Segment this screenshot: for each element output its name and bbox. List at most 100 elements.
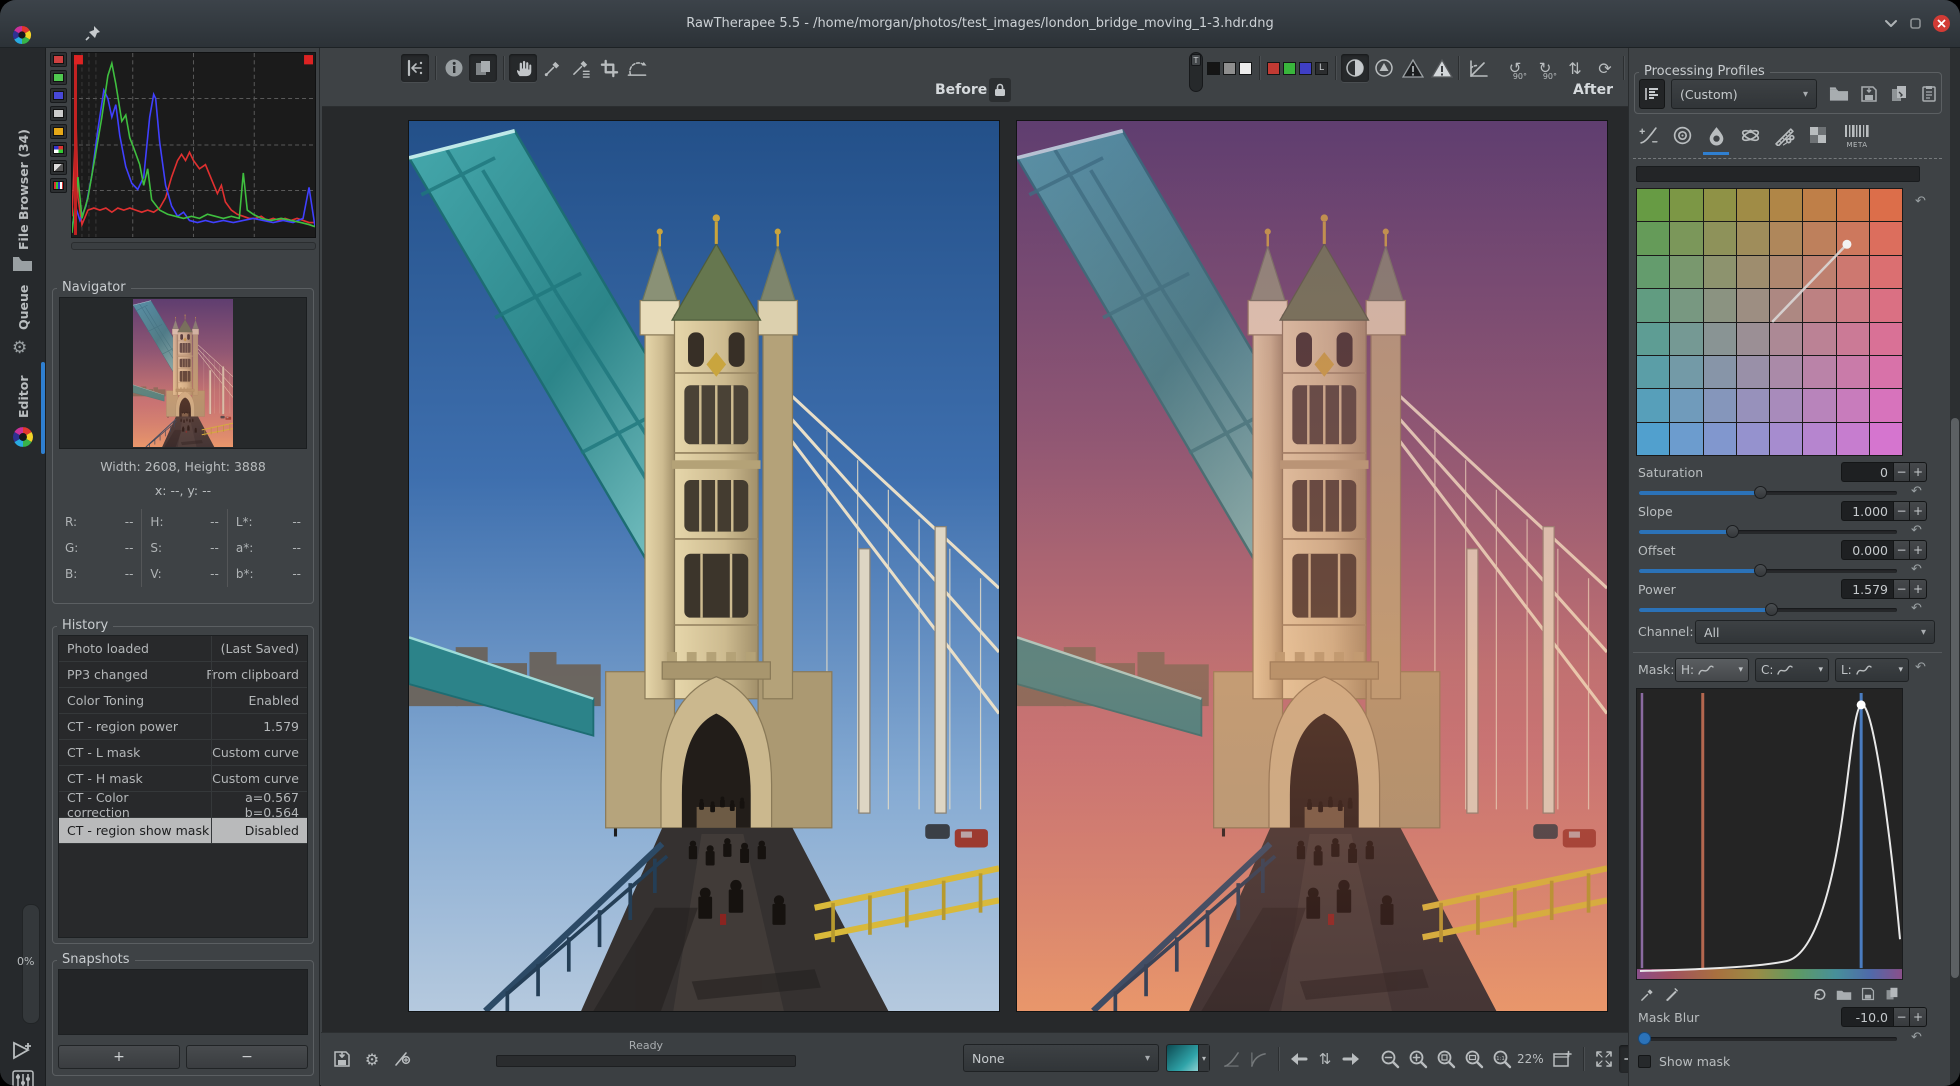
theme-slider-handle[interactable]: T — [1191, 54, 1201, 66]
delete-snapshot-button[interactable]: − — [186, 1045, 308, 1069]
region-list-bar[interactable] — [1636, 166, 1920, 182]
zoom-fit-button[interactable] — [1461, 1045, 1487, 1073]
zoom-out-button[interactable] — [1377, 1045, 1403, 1073]
reset-mask-icon[interactable]: ↶ — [1915, 660, 1926, 675]
curve-picker-icon[interactable] — [1636, 984, 1658, 1004]
channel-blue-swatch[interactable] — [1299, 62, 1312, 75]
next-image-button[interactable] — [1339, 1045, 1365, 1073]
power-value[interactable]: 1.579 — [1841, 579, 1893, 599]
before-image[interactable] — [408, 120, 1000, 1012]
tab-color[interactable] — [1701, 120, 1731, 150]
mask-blur-value[interactable]: -10.0 — [1841, 1007, 1893, 1027]
queue-processing-button[interactable]: ⚙ — [359, 1045, 385, 1073]
maximize-window-icon[interactable] — [1904, 12, 1926, 34]
reset-power-icon[interactable]: ↶ — [1911, 601, 1922, 616]
minus-button[interactable]: − — [1893, 462, 1910, 482]
film-strip-toggle[interactable]: ▾ — [1166, 1044, 1210, 1072]
offset-value[interactable]: 0.000 — [1841, 540, 1893, 560]
highlight-clipping-button[interactable] — [1428, 54, 1456, 82]
right-panel-scrollbar[interactable] — [1950, 48, 1960, 1086]
profile-fill-mode-button[interactable] — [1639, 79, 1665, 109]
color-picker-button[interactable] — [538, 54, 566, 82]
rotate-left-button[interactable]: ↺90° — [1501, 54, 1529, 82]
after-curve-button[interactable] — [1246, 1045, 1270, 1073]
mask-blur-spinbox[interactable]: -10.0 − + — [1841, 1007, 1927, 1027]
zoom-100-button[interactable]: 1:1 — [1489, 1045, 1515, 1073]
before-after-view-button[interactable] — [469, 54, 497, 82]
titlebar[interactable]: RawTherapee 5.5 - /home/morgan/photos/te… — [0, 0, 1960, 48]
history-row[interactable]: CT - region power1.579 — [59, 714, 307, 740]
saturation-value[interactable]: 0 — [1841, 462, 1893, 482]
history-row[interactable]: CT - Color correctiona=0.567 b=0.564 — [59, 792, 307, 818]
lab-color-grid[interactable] — [1636, 188, 1903, 456]
bg-black-swatch[interactable] — [1207, 62, 1220, 75]
crop-tool-button[interactable] — [595, 54, 623, 82]
mask-h-button[interactable]: H: ▾ — [1675, 658, 1749, 682]
thumbnail-updown-button[interactable]: ⇅ — [1314, 1045, 1336, 1073]
plus-button[interactable]: + — [1910, 1007, 1927, 1027]
saturation-slider[interactable] — [1639, 486, 1897, 499]
tab-transform[interactable] — [1769, 120, 1799, 150]
reset-saturation-icon[interactable]: ↶ — [1911, 484, 1922, 499]
add-detail-window-button[interactable] — [1549, 1045, 1575, 1073]
mixer-sliders-icon[interactable] — [12, 1070, 34, 1086]
histogram-chroma-toggle[interactable] — [50, 124, 67, 139]
save-profile-button[interactable] — [1855, 79, 1883, 109]
slope-value[interactable]: 1.000 — [1841, 501, 1893, 521]
profile-select[interactable]: (Custom)▾ — [1671, 79, 1817, 109]
histogram-bar-toggle[interactable] — [50, 178, 67, 193]
reset-slope-icon[interactable]: ↶ — [1911, 523, 1922, 538]
plus-button[interactable]: + — [1910, 540, 1927, 560]
history-row[interactable]: Color ToningEnabled — [59, 688, 307, 714]
paste-profile-button[interactable] — [1915, 79, 1943, 109]
history-row[interactable]: PP3 changedFrom clipboard — [59, 662, 307, 688]
copy-curve-button[interactable] — [1881, 984, 1903, 1004]
minus-button[interactable]: − — [1893, 501, 1910, 521]
channel-luma-swatch[interactable]: L — [1315, 62, 1328, 75]
tab-detail[interactable] — [1667, 120, 1697, 150]
offset-spinbox[interactable]: 0.000 − + — [1841, 540, 1927, 560]
curve-edit-icon[interactable] — [1660, 984, 1682, 1004]
image-info-button[interactable] — [440, 54, 468, 82]
history-row[interactable]: Photo loaded(Last Saved) — [59, 636, 307, 662]
channel-green-swatch[interactable] — [1283, 62, 1296, 75]
rotate-right-button[interactable]: ↻90° — [1531, 54, 1559, 82]
hide-left-panel-button[interactable] — [401, 54, 429, 82]
channel-red-swatch[interactable] — [1267, 62, 1280, 75]
power-slider[interactable] — [1639, 603, 1897, 616]
zoom-crop-button[interactable] — [1433, 1045, 1459, 1073]
power-spinbox[interactable]: 1.579 − + — [1841, 579, 1927, 599]
flip-vertical-button[interactable]: ⇅ — [1561, 54, 1589, 82]
gamut-check-button[interactable] — [1370, 54, 1398, 82]
plus-button[interactable]: + — [1910, 579, 1927, 599]
plus-button[interactable]: + — [1910, 462, 1927, 482]
load-profile-button[interactable] — [1825, 79, 1853, 109]
theme-slider[interactable]: T — [1189, 52, 1203, 92]
reset-mask-blur-icon[interactable]: ↶ — [1911, 1030, 1922, 1045]
film-strip-dropdown-icon[interactable]: ▾ — [1198, 1045, 1209, 1071]
shadow-clipping-button[interactable] — [1399, 54, 1427, 82]
previous-image-button[interactable] — [1285, 1045, 1311, 1073]
histogram-scale-bar[interactable] — [71, 242, 316, 250]
lab-grid-marker[interactable] — [1636, 188, 1903, 456]
channel-select[interactable]: All▾ — [1695, 620, 1935, 644]
add-adjuster-icon[interactable] — [11, 1040, 35, 1066]
histogram-plot[interactable] — [71, 52, 316, 238]
navigator-preview[interactable] — [59, 297, 307, 449]
mask-l-button[interactable]: L: ▾ — [1835, 658, 1909, 682]
tab-raw[interactable] — [1803, 120, 1833, 150]
shade-window-icon[interactable] — [1880, 12, 1902, 34]
bg-white-swatch[interactable] — [1239, 62, 1252, 75]
histogram-rgb-mode-toggle[interactable] — [50, 142, 67, 157]
tab-advanced[interactable] — [1735, 120, 1765, 150]
reset-grid-icon[interactable]: ↶ — [1915, 194, 1926, 209]
load-curve-button[interactable] — [1833, 984, 1855, 1004]
select-straighten-button[interactable] — [1465, 54, 1493, 82]
zoom-in-button[interactable] — [1405, 1045, 1431, 1073]
minus-button[interactable]: − — [1893, 1007, 1910, 1027]
reset-curve-button[interactable] — [1809, 984, 1831, 1004]
white-balance-picker-button[interactable] — [567, 54, 595, 82]
sidebar-zoom-slider[interactable]: 0% — [22, 904, 40, 1024]
lock-before-button[interactable] — [989, 78, 1011, 102]
hand-tool-button[interactable] — [509, 54, 537, 82]
